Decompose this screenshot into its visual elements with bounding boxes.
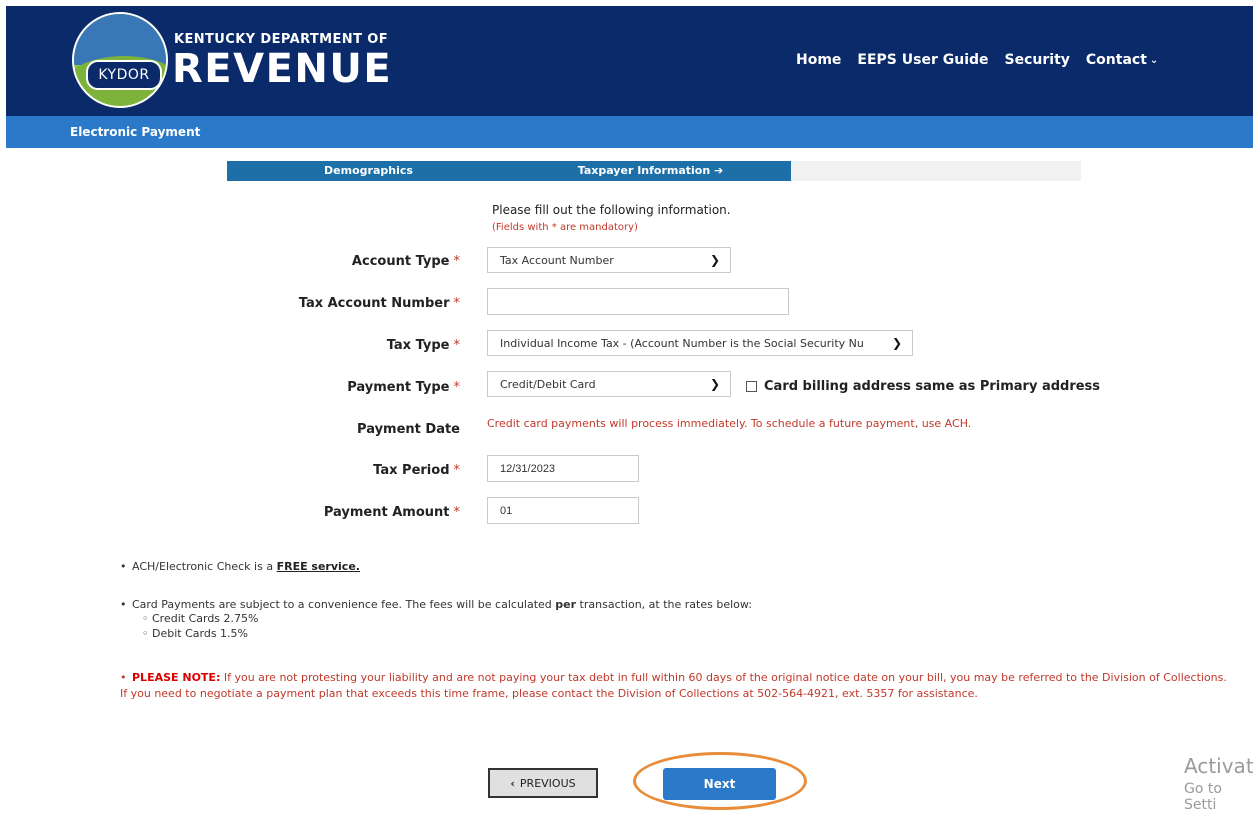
billing-address-checkbox[interactable]: Card billing address same as Primary add… xyxy=(746,379,1100,394)
bullet-icon: • xyxy=(120,598,127,611)
chevron-down-icon: ❯ xyxy=(891,336,902,350)
nav-eeps-user-guide[interactable]: EEPS User Guide xyxy=(857,52,988,68)
tax-period-label: Tax Period * xyxy=(373,463,460,478)
progress-steps: Demographics Taxpayer Information ➔ xyxy=(227,161,1081,181)
credit-rate-item: ◦ Credit Cards 2.75% xyxy=(142,612,259,625)
logo-text: KYDOR xyxy=(86,60,162,90)
debit-rate-item: ◦ Debit Cards 1.5% xyxy=(142,627,248,640)
tax-account-number-label: Tax Account Number * xyxy=(298,296,460,311)
nav-home[interactable]: Home xyxy=(796,52,841,68)
form-intro: Please fill out the following informatio… xyxy=(492,203,731,217)
kydor-logo[interactable]: KYDOR xyxy=(72,12,168,108)
tax-type-value: Individual Income Tax - (Account Number … xyxy=(500,336,864,350)
top-nav: Home EEPS User Guide Security Contact ⌄ xyxy=(796,52,1174,68)
payment-date-label: Payment Date xyxy=(357,422,460,437)
mandatory-note: (Fields with * are mandatory) xyxy=(492,222,638,233)
free-service-link[interactable]: FREE service. xyxy=(277,560,360,573)
nav-contact[interactable]: Contact ⌄ xyxy=(1086,52,1158,68)
account-type-select[interactable]: Tax Account Number ❯ xyxy=(487,247,731,273)
tax-account-number-input[interactable] xyxy=(487,288,789,315)
sub-header-bar: Electronic Payment xyxy=(6,116,1253,148)
chevron-down-icon: ⌄ xyxy=(1149,54,1159,66)
chevron-left-icon: ‹ xyxy=(510,776,515,790)
tax-period-input[interactable] xyxy=(487,455,639,482)
previous-button[interactable]: ‹ PREVIOUS xyxy=(488,768,598,798)
step-demographics[interactable]: Demographics xyxy=(227,161,510,181)
card-fee-info: • Card Payments are subject to a convenie… xyxy=(120,598,752,640)
billing-checkbox-label: Card billing address same as Primary add… xyxy=(764,379,1101,394)
payment-type-label: Payment Type * xyxy=(347,380,460,395)
section-title: Electronic Payment xyxy=(70,125,201,139)
nav-contact-label: Contact xyxy=(1085,52,1147,68)
ach-info: • ACH/Electronic Check is a FREE service. xyxy=(120,560,360,573)
checkbox-icon[interactable] xyxy=(746,381,757,392)
chevron-down-icon: ❯ xyxy=(709,377,720,391)
nav-security[interactable]: Security xyxy=(1005,52,1070,68)
payment-type-value: Credit/Debit Card xyxy=(500,377,596,391)
tax-type-label: Tax Type * xyxy=(386,338,460,353)
dept-line: KENTUCKY DEPARTMENT OF xyxy=(174,32,388,47)
site-header: KYDOR KENTUCKY DEPARTMENT OF REVENUE Hom… xyxy=(6,6,1253,116)
account-type-value: Tax Account Number xyxy=(500,253,614,267)
payment-type-select[interactable]: Credit/Debit Card ❯ xyxy=(487,371,731,397)
settings-watermark: Go to Setti xyxy=(1184,781,1222,813)
please-note: • PLEASE NOTE: If you are not protesting … xyxy=(120,671,1227,700)
bullet-icon: • xyxy=(120,671,127,684)
bullet-icon: • xyxy=(120,560,127,573)
payment-date-note: Credit card payments will process immedi… xyxy=(487,417,972,430)
tax-type-select[interactable]: Individual Income Tax - (Account Number … xyxy=(487,330,913,356)
payment-amount-label: Payment Amount * xyxy=(323,505,460,520)
chevron-down-icon: ❯ xyxy=(709,253,720,267)
step-taxpayer-information[interactable]: Taxpayer Information ➔ xyxy=(510,161,791,181)
account-type-label: Account Type * xyxy=(351,254,460,269)
dept-main-title: REVENUE xyxy=(172,46,393,92)
payment-amount-input[interactable] xyxy=(487,497,639,524)
next-button[interactable]: Next xyxy=(663,768,776,800)
activate-watermark: Activate xyxy=(1184,754,1253,778)
